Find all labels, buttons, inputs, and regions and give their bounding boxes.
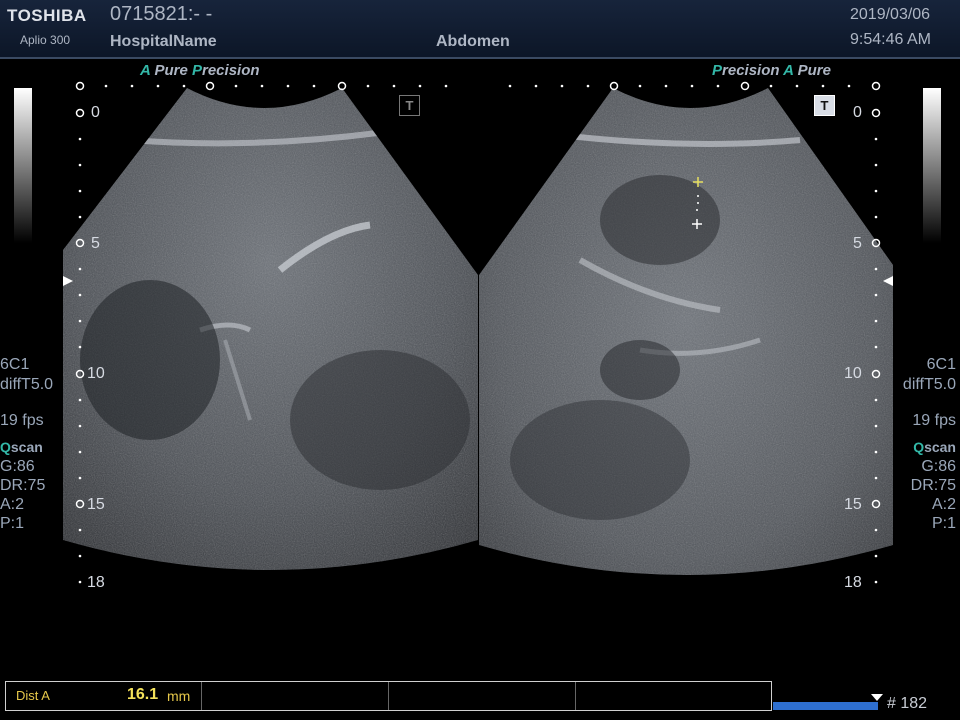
left-trapezoid-icon[interactable]: T (399, 95, 420, 116)
probe-name: 6C1 (926, 356, 956, 373)
apure-a-letter: A (140, 62, 151, 79)
gain-value: G:86 (0, 458, 35, 475)
measurement-unit: mm (167, 688, 191, 704)
apure-label: Pure (797, 62, 831, 79)
a-value: A:2 (0, 496, 25, 513)
cine-progress-bar[interactable] (773, 702, 878, 710)
probe-name: 6C1 (0, 356, 30, 373)
right-image-params: Qscan G:86 DR:75 A:2 P:1 (911, 438, 956, 533)
p-value: P:1 (931, 515, 956, 532)
right-probe-info: 6C1 diffT5.0 (903, 355, 956, 395)
preset-name: diffT5.0 (902, 376, 956, 393)
right-mode-label: Precision A Pure (712, 62, 831, 79)
left-fps: 19 fps (0, 412, 44, 429)
left-image-params: Qscan G:86 DR:75 A:2 P:1 (0, 438, 45, 533)
right-grayscale-bar (923, 88, 941, 243)
a-value: A:2 (931, 496, 956, 513)
right-depth-label: 10 (844, 365, 862, 382)
measurement-row-dist-a[interactable]: Dist A 16.1 mm (6, 682, 202, 710)
measurement-value: 16.1 (127, 686, 159, 703)
precision-p-letter: P (191, 62, 202, 79)
qscan-label: Qscan (0, 439, 43, 455)
right-ultrasound-image[interactable] (475, 80, 895, 610)
right-depth-label: 5 (853, 235, 862, 252)
left-depth-label: 10 (87, 365, 105, 382)
measurement-empty-cell (576, 682, 770, 710)
measurement-empty-cell (389, 682, 576, 710)
left-depth-label: 15 (87, 496, 105, 513)
right-fps: 19 fps (912, 412, 956, 429)
right-trapezoid-icon[interactable]: T (814, 95, 835, 116)
apure-a-letter: A (783, 62, 794, 79)
right-depth-label: 0 (853, 104, 862, 121)
p-value: P:1 (0, 515, 25, 532)
left-mode-label: A Pure Precision (140, 62, 260, 79)
left-probe-info: 6C1 diffT5.0 (0, 355, 53, 395)
preset-name: diffT5.0 (0, 376, 54, 393)
measurement-label: Dist A (16, 688, 50, 703)
measurement-empty-cell (202, 682, 389, 710)
precision-p-letter: P (712, 62, 723, 79)
left-depth-label: 18 (87, 574, 105, 591)
left-ultrasound-image[interactable] (60, 80, 480, 600)
gain-value: G:86 (921, 458, 956, 475)
measurement-results-panel[interactable]: Dist A 16.1 mm (5, 681, 772, 711)
precision-label: recision (722, 62, 780, 79)
right-depth-label: 15 (844, 496, 862, 513)
right-depth-label: 18 (844, 574, 862, 591)
cine-frame-number: # 182 (887, 695, 928, 712)
dynamic-range-value: DR:75 (0, 477, 46, 494)
cine-position-marker-icon[interactable] (871, 694, 883, 702)
left-depth-label: 0 (91, 104, 100, 121)
apure-label: Pure (154, 62, 188, 79)
qscan-label: Qscan (913, 439, 956, 455)
top-dotted-ruler (75, 81, 881, 91)
left-depth-label: 5 (91, 235, 100, 252)
left-grayscale-bar (14, 88, 32, 243)
precision-label: recision (202, 62, 260, 79)
dynamic-range-value: DR:75 (910, 477, 956, 494)
